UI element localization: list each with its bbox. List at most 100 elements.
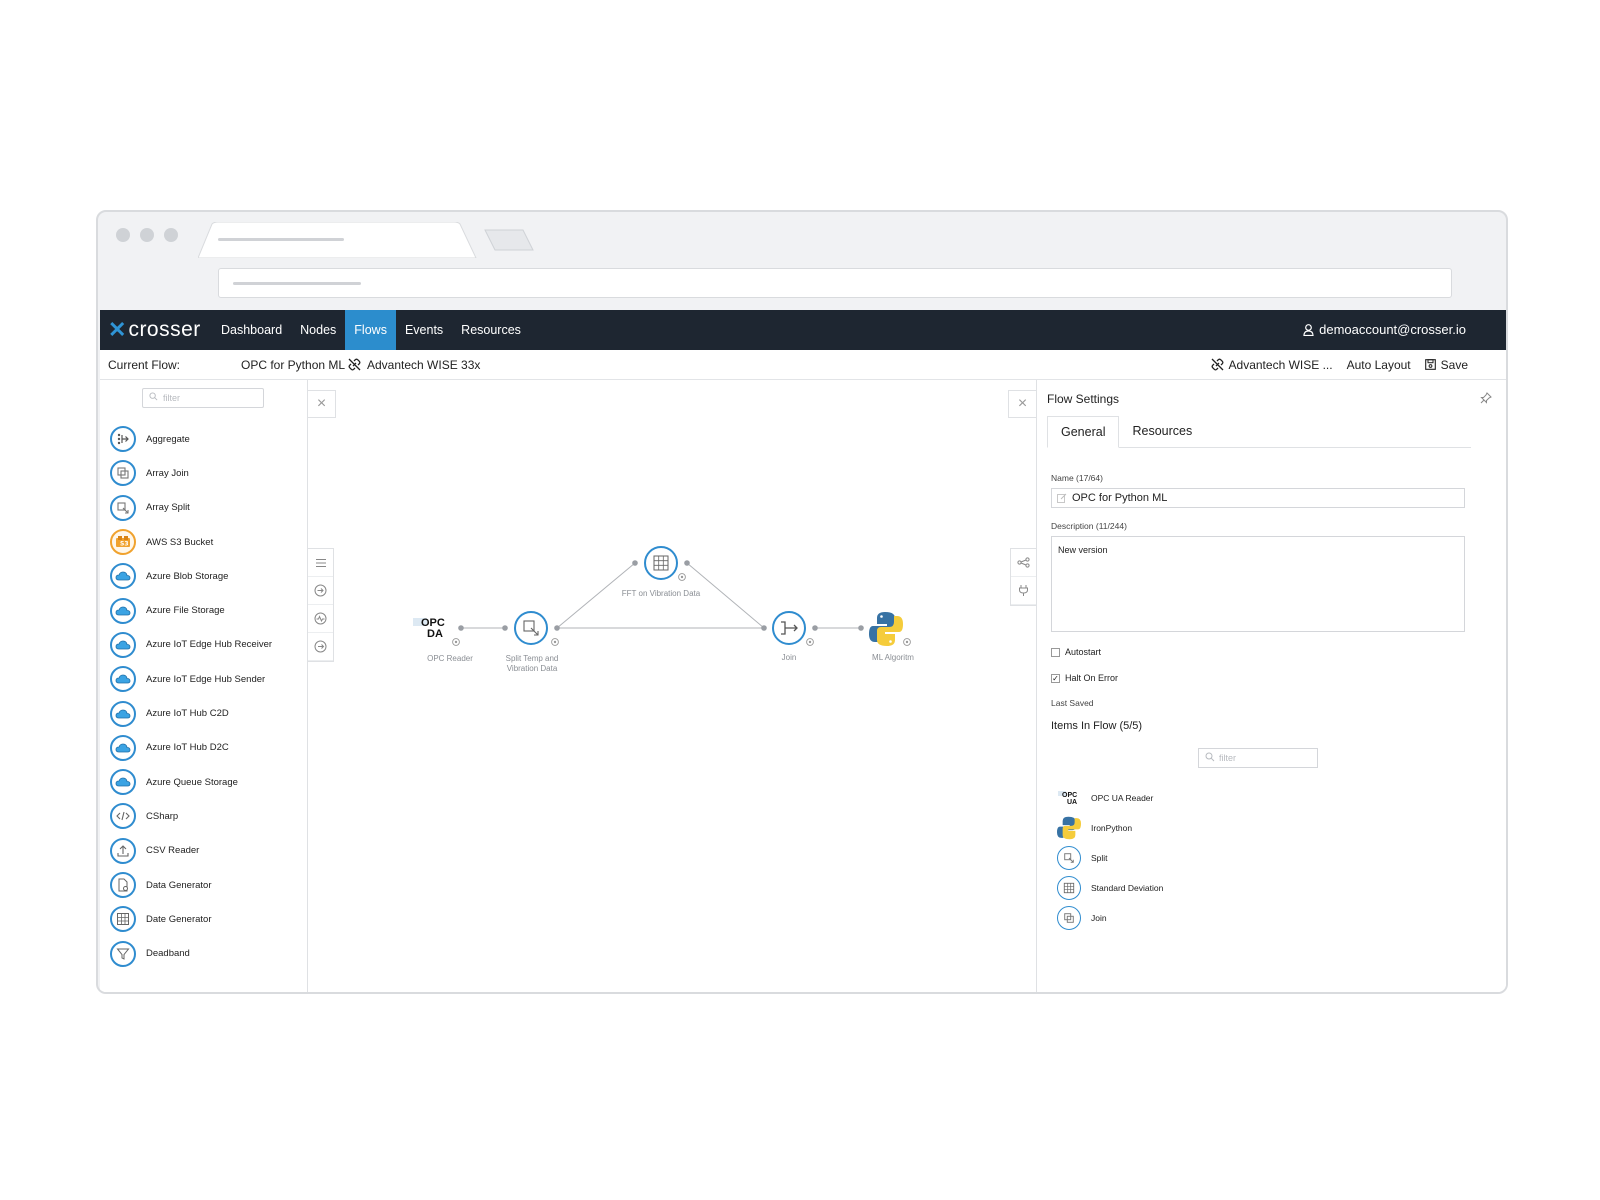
node-item-array-split[interactable]: Array Split [110, 491, 272, 525]
opc-ua-logo-icon: OPC UA [1057, 786, 1081, 810]
description-field-label: Description (11/244) [1051, 521, 1127, 531]
node-item-azure-edge-sender[interactable]: Azure IoT Edge Hub Sender [110, 662, 272, 696]
node-item-azure-c2d[interactable]: Azure IoT Hub C2D [110, 696, 272, 730]
input-icon[interactable] [308, 577, 333, 605]
items-filter-input[interactable]: filter [1198, 748, 1318, 768]
canvas-label-split: Split Temp and Vibration Data [505, 654, 559, 673]
canvas-label-join: Join [781, 653, 797, 662]
nav-dashboard[interactable]: Dashboard [212, 310, 291, 350]
canvas-node-ml-python[interactable] [869, 612, 911, 646]
canvas-label-opc-reader: OPC Reader [427, 654, 473, 663]
save-button[interactable]: Save [1424, 358, 1468, 372]
flow-item-opc-ua-reader[interactable]: OPC UA OPC UA Reader [1057, 783, 1163, 813]
collapse-right-panel-button[interactable]: × [1008, 390, 1036, 418]
device-status-button[interactable]: Advantech WISE ... [1211, 358, 1333, 372]
halt-on-error-checkbox[interactable]: ✓ [1051, 673, 1060, 683]
canvas-node-fft[interactable] [644, 546, 686, 581]
window-controls [116, 228, 178, 242]
node-filter-input[interactable]: filter [142, 388, 264, 408]
array-join-icon [110, 460, 136, 487]
flow-canvas[interactable]: OPC DA [309, 380, 1037, 992]
crosser-logo[interactable]: ✕ crosser [100, 318, 212, 342]
nav-events[interactable]: Events [396, 310, 452, 350]
minimize-dot[interactable] [140, 228, 154, 242]
search-icon [1205, 752, 1215, 762]
grid-icon [110, 906, 136, 933]
aws-s3-icon: S3 [110, 529, 136, 556]
flow-settings-title: Flow Settings [1047, 392, 1120, 406]
node-item-aggregate[interactable]: Aggregate [110, 422, 272, 456]
upload-icon [110, 837, 136, 864]
tab-general[interactable]: General [1047, 416, 1120, 448]
flow-toolbar: Current Flow: OPC for Python ML Advantec… [100, 350, 1506, 380]
current-flow-label: Current Flow: [108, 357, 181, 372]
pin-icon[interactable] [1480, 392, 1492, 404]
plug-icon[interactable] [1011, 577, 1036, 605]
code-icon [110, 803, 136, 830]
description-textarea[interactable]: New version [1051, 536, 1465, 632]
flow-item-standard-deviation[interactable]: Standard Deviation [1057, 873, 1163, 903]
canvas-node-opc-reader[interactable]: OPC DA [413, 616, 460, 646]
flow-name-input[interactable]: OPC for Python ML [1051, 488, 1465, 508]
autostart-checkbox[interactable] [1051, 647, 1060, 657]
node-item-date-generator[interactable]: Date Generator [110, 902, 272, 936]
node-item-azure-d2c[interactable]: Azure IoT Hub D2C [110, 731, 272, 765]
autostart-checkbox-row[interactable]: Autostart [1051, 647, 1101, 657]
array-split-icon [110, 494, 136, 521]
collapse-left-panel-button[interactable]: × [308, 390, 336, 418]
flow-item-split[interactable]: Split [1057, 843, 1163, 873]
auto-layout-button[interactable]: Auto Layout [1347, 358, 1411, 372]
svg-text:OPC: OPC [1062, 792, 1077, 799]
share-icon[interactable] [1011, 549, 1036, 577]
node-item-deadband[interactable]: Deadband [110, 936, 272, 970]
close-dot[interactable] [116, 228, 130, 242]
browser-tab-active[interactable] [198, 222, 488, 258]
node-item-azure-queue[interactable]: Azure Queue Storage [110, 765, 272, 799]
unlink-icon [348, 358, 361, 371]
tab-resources[interactable]: Resources [1119, 416, 1205, 448]
join-icon [1057, 906, 1081, 930]
node-item-array-join[interactable]: Array Join [110, 456, 272, 490]
node-item-csv-reader[interactable]: CSV Reader [110, 834, 272, 868]
user-email: demoaccount@crosser.io [1319, 322, 1466, 337]
split-icon [1057, 846, 1081, 870]
canvas-node-join[interactable] [772, 611, 814, 646]
filter-icon [110, 940, 136, 967]
canvas-label-ml: ML Algoritm [872, 653, 914, 662]
azure-cloud-icon [110, 700, 136, 727]
flow-item-ironpython[interactable]: IronPython [1057, 813, 1163, 843]
azure-cloud-icon [110, 597, 136, 624]
list-icon[interactable] [308, 549, 333, 577]
address-bar[interactable] [218, 268, 1452, 298]
user-icon [1303, 324, 1314, 336]
node-item-data-generator[interactable]: Data Generator [110, 868, 272, 902]
output-icon[interactable] [308, 633, 333, 661]
pulse-icon[interactable] [308, 605, 333, 633]
user-menu[interactable]: demoaccount@crosser.io [1303, 310, 1466, 350]
node-item-azure-file[interactable]: Azure File Storage [110, 593, 272, 627]
last-saved-label: Last Saved [1051, 698, 1094, 708]
device-name: Advantech WISE 33x [367, 357, 481, 372]
node-item-azure-blob[interactable]: Azure Blob Storage [110, 559, 272, 593]
halt-on-error-checkbox-row[interactable]: ✓ Halt On Error [1051, 673, 1118, 683]
node-item-aws-s3[interactable]: S3 AWS S3 Bucket [110, 525, 272, 559]
nav-resources[interactable]: Resources [452, 310, 530, 350]
svg-text:UA: UA [1067, 799, 1077, 806]
left-canvas-tools [308, 548, 334, 662]
browser-tab-new[interactable] [483, 228, 535, 252]
canvas-node-split[interactable] [514, 611, 559, 646]
azure-cloud-icon [110, 631, 136, 658]
top-nav: ✕ crosser Dashboard Nodes Flows Events R… [100, 310, 1506, 350]
nav-flows[interactable]: Flows [345, 310, 396, 350]
canvas-label-fft: FFT on Vibration Data [621, 589, 701, 598]
current-flow-name[interactable]: OPC for Python ML [241, 358, 345, 372]
device-selector[interactable]: Advantech WISE 33x [348, 358, 480, 372]
name-field-label: Name (17/64) [1051, 473, 1103, 483]
flow-item-join[interactable]: Join [1057, 903, 1163, 933]
opc-logo-text-2: DA [427, 628, 443, 640]
maximize-dot[interactable] [164, 228, 178, 242]
node-item-azure-edge-receiver[interactable]: Azure IoT Edge Hub Receiver [110, 628, 272, 662]
node-item-csharp[interactable]: CSharp [110, 799, 272, 833]
azure-cloud-icon [110, 769, 136, 796]
nav-nodes[interactable]: Nodes [291, 310, 345, 350]
